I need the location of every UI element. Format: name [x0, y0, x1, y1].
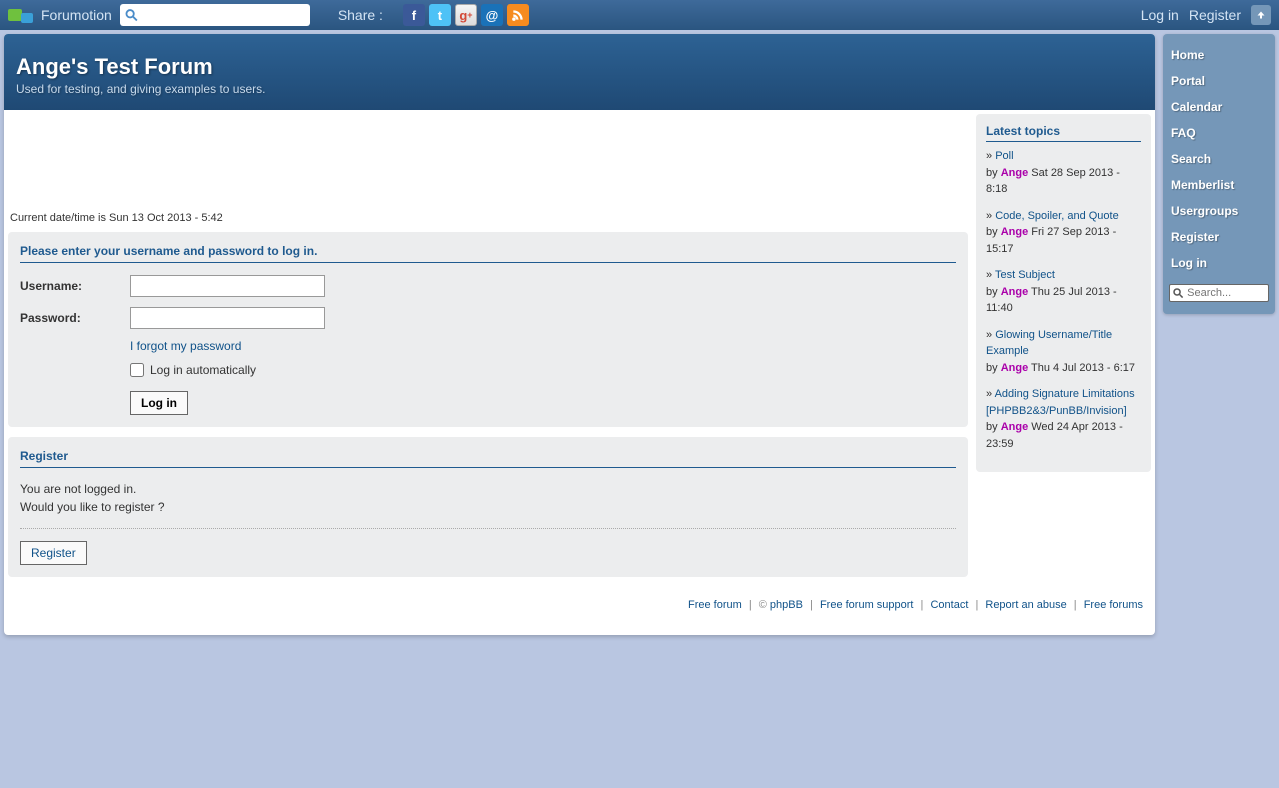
center-column: Current date/time is Sun 13 Oct 2013 - 5… [8, 114, 968, 587]
page-wrapper: Ange's Test Forum Used for testing, and … [0, 30, 1279, 649]
password-label: Password: [20, 311, 130, 325]
footer-contact[interactable]: Contact [930, 599, 968, 611]
arrow-icon: » [986, 210, 995, 222]
email-icon[interactable]: @ [481, 4, 503, 26]
footer-copy: © [759, 599, 767, 611]
latest-topic-item: » Code, Spoiler, and Quoteby Ange Fri 27… [986, 208, 1141, 258]
forum-tagline: Used for testing, and giving examples to… [16, 82, 1143, 96]
share-icons: f t g+ @ [403, 4, 529, 26]
topic-by: by [986, 167, 1001, 179]
register-text: You are not logged in. Would you like to… [20, 480, 956, 516]
topic-link[interactable]: Poll [995, 150, 1013, 162]
facebook-icon[interactable]: f [403, 4, 425, 26]
sidebar-search[interactable] [1169, 284, 1269, 302]
login-button[interactable]: Log in [130, 391, 188, 415]
topic-user[interactable]: Ange [1001, 421, 1029, 433]
arrow-icon: » [986, 150, 995, 162]
main-column: Ange's Test Forum Used for testing, and … [4, 34, 1155, 635]
sidebar-item-memberlist[interactable]: Memberlist [1169, 172, 1269, 198]
topbar-left: Forumotion Share : f t g+ @ [8, 4, 529, 26]
password-row: Password: [20, 307, 956, 329]
footer-forums[interactable]: Free forums [1084, 599, 1143, 611]
latest-topic-item: » Test Subjectby Ange Thu 25 Jul 2013 - … [986, 267, 1141, 317]
scroll-top-icon[interactable] [1251, 5, 1271, 25]
top-search-input[interactable] [139, 8, 306, 22]
auto-login-checkbox[interactable] [130, 363, 144, 377]
top-login-link[interactable]: Log in [1141, 7, 1179, 23]
latest-topic-item: » Glowing Username/Title Exampleby Ange … [986, 327, 1141, 377]
latest-topic-item: » Adding Signature Limitations [PHPBB2&3… [986, 386, 1141, 452]
footer-links: Free forum | © phpBB | Free forum suppor… [4, 591, 1155, 615]
sidebar-item-search[interactable]: Search [1169, 146, 1269, 172]
arrow-icon: » [986, 269, 995, 281]
topic-link[interactable]: Adding Signature Limitations [PHPBB2&3/P… [986, 388, 1135, 417]
sidebar-item-home[interactable]: Home [1169, 42, 1269, 68]
right-column: Latest topics » Pollby Ange Sat 28 Sep 2… [976, 114, 1151, 587]
login-panel: Please enter your username and password … [8, 232, 968, 427]
sidebar-item-faq[interactable]: FAQ [1169, 120, 1269, 146]
username-row: Username: [20, 275, 956, 297]
search-icon [124, 7, 139, 23]
latest-topic-item: » Pollby Ange Sat 28 Sep 2013 - 8:18 [986, 148, 1141, 198]
topic-user[interactable]: Ange [1001, 167, 1029, 179]
footer-free-forum[interactable]: Free forum [688, 599, 742, 611]
topic-link[interactable]: Code, Spoiler, and Quote [995, 210, 1119, 222]
sidebar-item-calendar[interactable]: Calendar [1169, 94, 1269, 120]
topic-user[interactable]: Ange [1001, 226, 1029, 238]
forum-title: Ange's Test Forum [16, 54, 1143, 80]
twitter-icon[interactable]: t [429, 4, 451, 26]
latest-topics-module: Latest topics » Pollby Ange Sat 28 Sep 2… [976, 114, 1151, 472]
arrow-icon: » [986, 388, 995, 400]
sidebar-item-usergroups[interactable]: Usergroups [1169, 198, 1269, 224]
topic-timestamp: Thu 4 Jul 2013 - 6:17 [1031, 362, 1135, 374]
username-label: Username: [20, 279, 130, 293]
topbar: Forumotion Share : f t g+ @ Log in Regis… [0, 0, 1279, 30]
googleplus-icon[interactable]: g+ [455, 4, 477, 26]
topic-link[interactable]: Test Subject [995, 269, 1055, 281]
password-input[interactable] [130, 307, 325, 329]
footer-support[interactable]: Free forum support [820, 599, 914, 611]
sidebar-item-register[interactable]: Register [1169, 224, 1269, 250]
rss-icon[interactable] [507, 4, 529, 26]
register-panel: Register You are not logged in. Would yo… [8, 437, 968, 577]
topic-user[interactable]: Ange [1001, 362, 1029, 374]
topic-link[interactable]: Glowing Username/Title Example [986, 329, 1112, 358]
register-line2: Would you like to register ? [20, 498, 956, 516]
forgot-password-link[interactable]: I forgot my password [130, 339, 241, 353]
forumotion-logo-icon [8, 8, 33, 23]
topic-user[interactable]: Ange [1001, 286, 1029, 298]
auto-login-row: Log in automatically [130, 363, 956, 377]
topic-by: by [986, 421, 1001, 433]
register-button[interactable]: Register [20, 541, 87, 565]
auto-login-label: Log in automatically [150, 363, 256, 377]
topbar-right: Log in Register [1141, 5, 1271, 25]
topic-by: by [986, 362, 1001, 374]
sidebar-item-log-in[interactable]: Log in [1169, 250, 1269, 276]
share-label: Share : [338, 7, 383, 23]
content-row: Current date/time is Sun 13 Oct 2013 - 5… [4, 110, 1155, 591]
arrow-icon: » [986, 329, 995, 341]
divider [20, 528, 956, 529]
latest-topics-title: Latest topics [986, 124, 1141, 142]
sidebar-search-input[interactable] [1184, 287, 1266, 299]
top-search[interactable] [120, 4, 310, 26]
footer-phpbb[interactable]: phpBB [770, 599, 803, 611]
register-panel-title: Register [20, 449, 956, 468]
sidebar-item-portal[interactable]: Portal [1169, 68, 1269, 94]
register-line1: You are not logged in. [20, 480, 956, 498]
current-datetime: Current date/time is Sun 13 Oct 2013 - 5… [8, 204, 968, 232]
topic-by: by [986, 286, 1001, 298]
search-icon [1172, 286, 1184, 300]
sidebar: HomePortalCalendarFAQSearchMemberlistUse… [1163, 34, 1275, 314]
topic-by: by [986, 226, 1001, 238]
footer-abuse[interactable]: Report an abuse [985, 599, 1066, 611]
login-panel-title: Please enter your username and password … [20, 244, 956, 263]
forum-banner: Ange's Test Forum Used for testing, and … [4, 34, 1155, 110]
top-register-link[interactable]: Register [1189, 7, 1241, 23]
username-input[interactable] [130, 275, 325, 297]
forumotion-link[interactable]: Forumotion [41, 7, 112, 23]
